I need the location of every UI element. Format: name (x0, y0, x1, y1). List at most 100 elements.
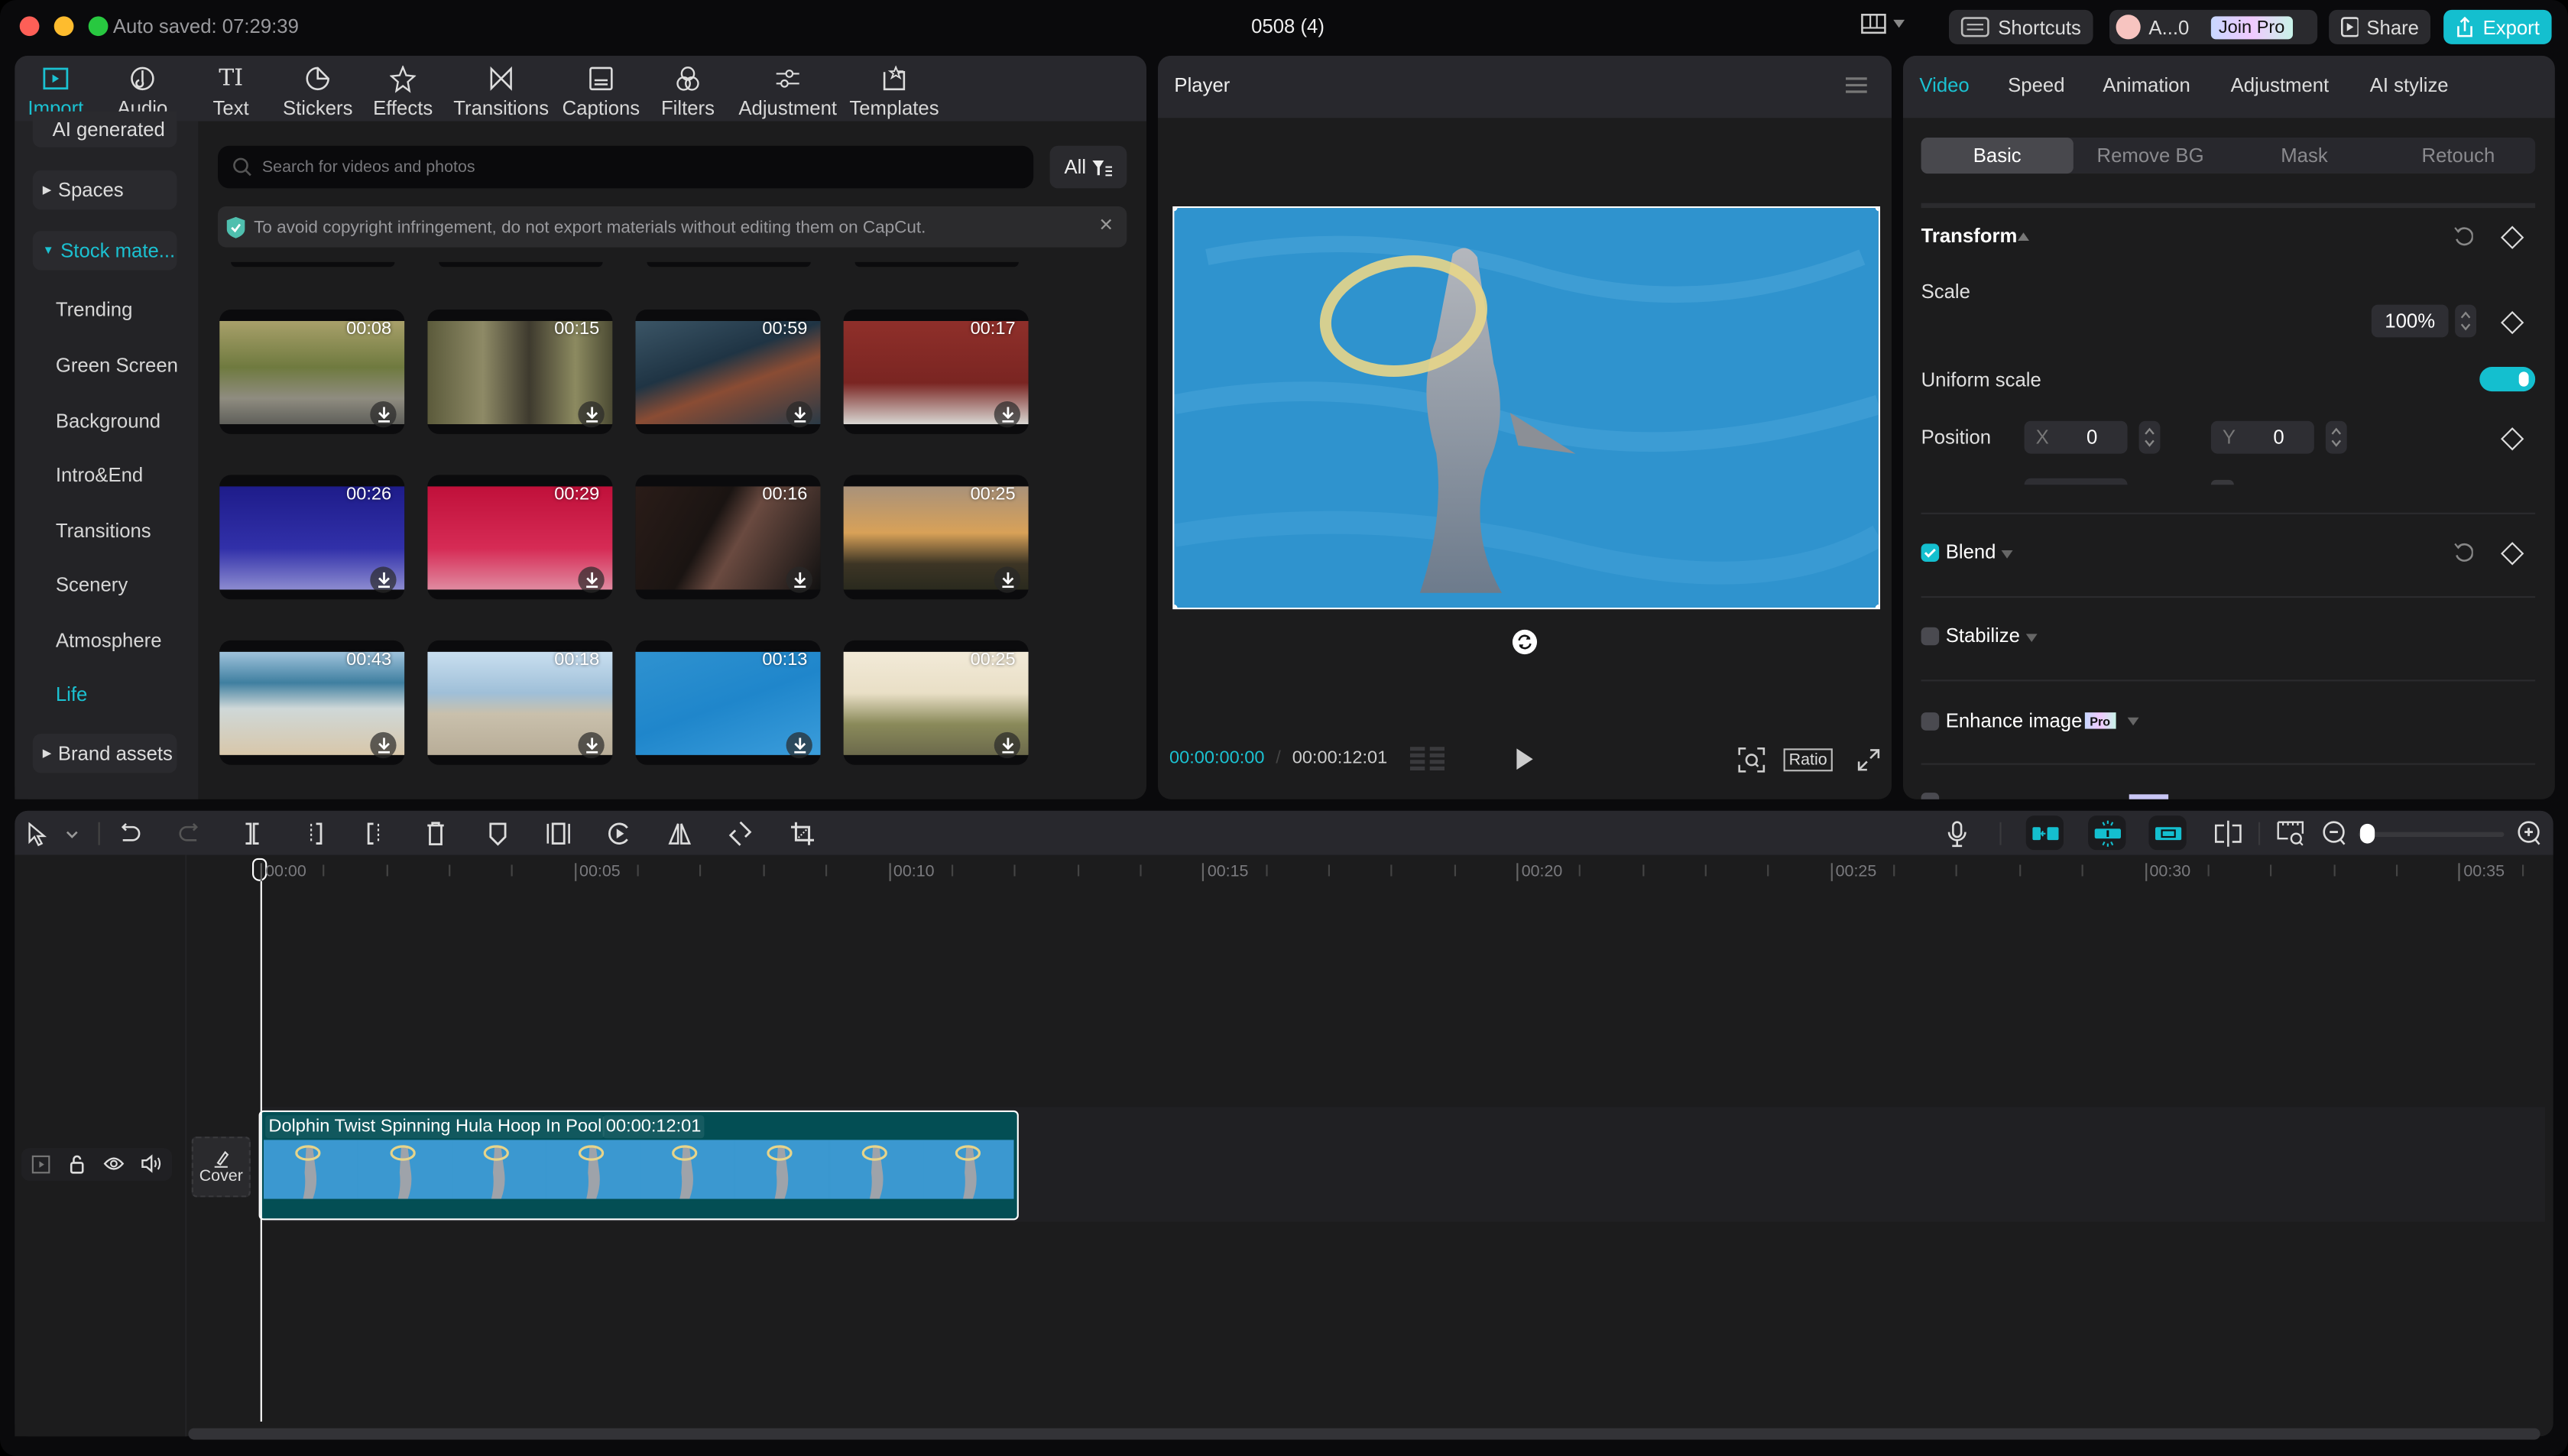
expand-caret-icon[interactable] (2127, 717, 2139, 726)
stock-clip-card[interactable]: 00:26 (219, 475, 405, 600)
stabilize-label[interactable]: Stabilize (1946, 624, 2020, 647)
download-button[interactable] (994, 731, 1020, 759)
split-audio-icon[interactable] (2214, 820, 2242, 847)
preview-axis-toggle[interactable] (2148, 816, 2187, 851)
sidebar-stock-materials[interactable]: ▼ Stock mate... (32, 231, 177, 271)
reverse-play-icon[interactable] (606, 821, 632, 847)
export-button[interactable]: Export (2443, 9, 2552, 44)
mute-audio-icon[interactable] (141, 1153, 162, 1175)
download-button[interactable] (786, 566, 812, 593)
timeline-clip[interactable]: Dolphin Twist Spinning Hula Hoop In Pool… (258, 1110, 1019, 1221)
download-button[interactable] (370, 566, 397, 593)
mirror-icon[interactable] (666, 821, 692, 847)
crop-icon[interactable] (790, 821, 815, 847)
timeline-horizontal-scrollbar[interactable] (188, 1428, 2540, 1440)
linkage-toggle[interactable] (2088, 816, 2126, 851)
uniform-scale-toggle[interactable] (2479, 367, 2536, 392)
rotate-handle-icon[interactable] (1512, 629, 1538, 655)
subtab-mask[interactable]: Mask (2227, 138, 2381, 173)
tool-stickers[interactable]: Stickers (282, 60, 354, 119)
tool-transitions[interactable]: Transitions (453, 60, 549, 119)
sidebar-ai-generated[interactable]: AI generated (32, 111, 177, 148)
delete-icon[interactable] (423, 821, 449, 847)
split-right-icon[interactable] (362, 821, 388, 847)
position-x-input[interactable]: X 0 (2024, 420, 2128, 454)
split-icon[interactable] (239, 821, 265, 847)
rotate-icon[interactable] (727, 821, 753, 847)
transform-section-title[interactable]: Transform (1921, 225, 2018, 248)
sidebar-subitem-background[interactable]: Background (56, 410, 160, 433)
tool-effects[interactable]: Effects (370, 60, 436, 119)
stock-clip-card[interactable]: 00:13 (635, 640, 821, 765)
tab-animation[interactable]: Animation (2103, 73, 2190, 96)
enhance-image-label[interactable]: Enhance image (1946, 709, 2083, 732)
maximize-window-button[interactable] (88, 16, 109, 37)
player-menu-icon[interactable] (1846, 77, 1867, 93)
expand-caret-icon[interactable] (2025, 634, 2038, 642)
ratio-button[interactable]: Ratio (1783, 748, 1833, 772)
download-button[interactable] (578, 401, 605, 428)
auto-snap-toggle[interactable] (2025, 816, 2064, 851)
stock-clip-card[interactable]: 00:18 (427, 640, 613, 765)
tab-adjustment[interactable]: Adjustment (2231, 73, 2330, 96)
layout-menu-button[interactable] (1860, 13, 1905, 34)
tool-templates[interactable]: Templates (847, 60, 942, 119)
sidebar-spaces[interactable]: ▶ Spaces (32, 170, 177, 210)
minimize-window-button[interactable] (54, 16, 74, 37)
download-button[interactable] (786, 731, 812, 759)
fullscreen-icon[interactable] (1857, 748, 1880, 771)
sidebar-brand-assets[interactable]: ▶ Brand assets (32, 734, 177, 773)
download-button[interactable] (370, 731, 397, 759)
search-input[interactable]: Search for videos and photos (218, 145, 1034, 189)
download-button[interactable] (994, 401, 1020, 428)
timeline-zoom-knob[interactable] (2359, 823, 2375, 844)
tab-speed[interactable]: Speed (2008, 73, 2064, 96)
sidebar-subitem-scenery[interactable]: Scenery (56, 573, 128, 596)
position-x-stepper[interactable] (2138, 420, 2161, 454)
subtab-basic[interactable]: Basic (1921, 138, 2074, 174)
tool-captions[interactable]: Captions (562, 60, 640, 119)
shortcuts-button[interactable]: Shortcuts (1949, 9, 2093, 44)
download-button[interactable] (370, 401, 397, 428)
timeline-zoom-slider[interactable] (2358, 832, 2505, 837)
download-button[interactable] (578, 566, 605, 593)
join-pro-button[interactable]: Join Pro (2210, 15, 2294, 39)
subtab-retouch[interactable]: Retouch (2382, 138, 2535, 173)
download-button[interactable] (786, 401, 812, 428)
stabilize-checkbox[interactable] (1921, 627, 1940, 646)
tool-filters[interactable]: Filters (658, 60, 717, 119)
stock-clip-card[interactable]: 00:15 (427, 310, 613, 434)
tab-video[interactable]: Video (1919, 73, 1969, 96)
stock-clip-card[interactable]: 00:29 (427, 475, 613, 600)
stock-clip-card[interactable]: 00:25 (843, 640, 1029, 765)
subtab-remove-bg[interactable]: Remove BG (2074, 138, 2227, 173)
share-button[interactable]: Share (2329, 9, 2430, 44)
scale-stepper[interactable] (2455, 304, 2476, 338)
account-button[interactable]: A...0 Join Pro (2109, 9, 2318, 44)
stock-clip-card[interactable]: 00:59 (635, 310, 821, 434)
download-button[interactable] (994, 566, 1020, 593)
zoom-out-icon[interactable] (2323, 821, 2347, 847)
stock-clip-card[interactable]: 00:17 (843, 310, 1029, 434)
stock-clip-card[interactable]: 00:16 (635, 475, 821, 600)
undo-icon[interactable] (118, 822, 141, 845)
expand-caret-icon[interactable] (2001, 550, 2013, 559)
stock-clip-card[interactable]: 00:25 (843, 475, 1029, 600)
microphone-icon[interactable] (1947, 821, 1967, 848)
tab-ai-stylize[interactable]: AI stylize (2370, 73, 2449, 96)
select-cursor-icon[interactable] (28, 822, 47, 847)
scale-input[interactable]: 100% (2371, 304, 2449, 338)
resize-handle[interactable] (1875, 604, 1879, 608)
enhance-image-checkbox[interactable] (1921, 712, 1940, 731)
preview-canvas[interactable] (1172, 206, 1880, 610)
blend-checkbox[interactable] (1921, 543, 1940, 562)
sidebar-subitem-atmosphere[interactable]: Atmosphere (56, 629, 162, 652)
close-window-button[interactable] (19, 16, 40, 37)
play-button[interactable] (1516, 748, 1533, 770)
stock-clip-card[interactable]: 00:08 (219, 310, 405, 434)
tool-adjustment[interactable]: Adjustment (737, 60, 838, 119)
split-left-icon[interactable] (301, 821, 327, 847)
filter-button[interactable]: All (1049, 145, 1127, 189)
timeline-ruler-zoom-icon[interactable] (2277, 821, 2304, 847)
sidebar-subitem-green-screen[interactable]: Green Screen (56, 354, 178, 377)
